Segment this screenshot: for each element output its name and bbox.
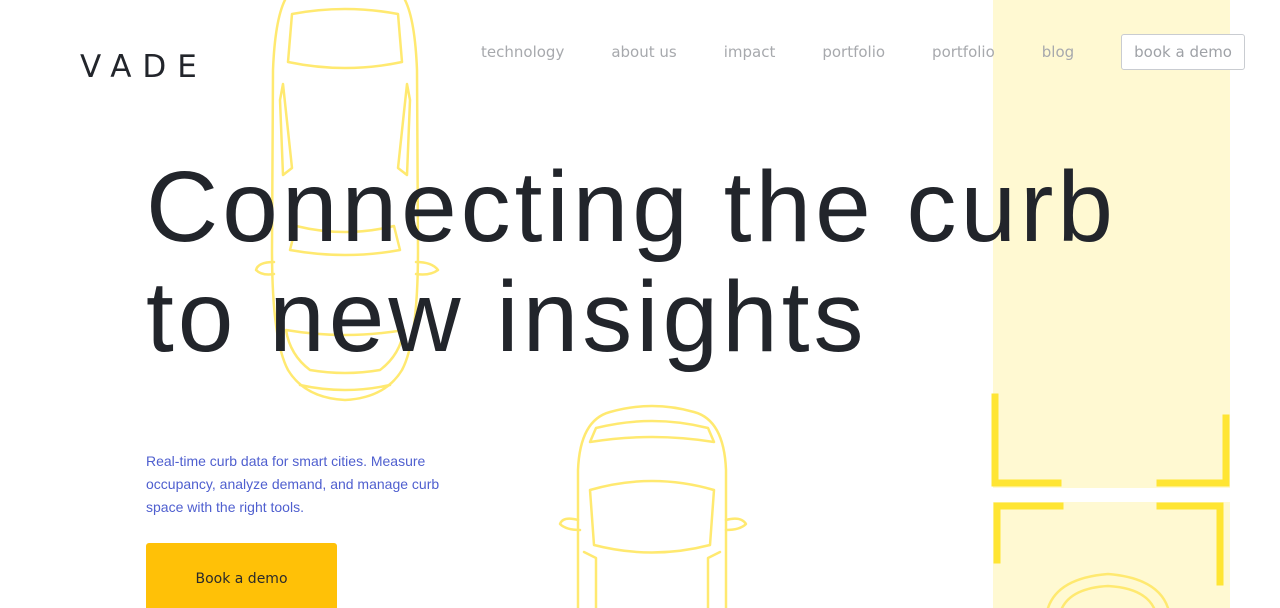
nav-item-technology[interactable]: technology [481,34,564,70]
nav-item-impact[interactable]: impact [724,34,776,70]
nav-item-portfolio[interactable]: portfolio [822,34,885,70]
nav-item-about-us[interactable]: about us [611,34,676,70]
car-outline-bottom [558,404,748,608]
strip-gap [993,488,1230,502]
hero-headline-line-1: Connecting the curb [146,151,1118,263]
hero-book-demo-button[interactable]: Book a demo [146,543,337,608]
landing-page: VADE technology about us impact portfoli… [0,0,1280,608]
hero-headline: Connecting the curb to new insights [146,152,1117,372]
nav-book-demo-button[interactable]: book a demo [1121,34,1245,70]
hero-headline-line-2: to new insights [146,261,868,373]
main-nav: technology about us impact portfolio por… [481,34,1245,70]
hero-subtext: Real-time curb data for smart cities. Me… [146,453,440,515]
nav-item-blog[interactable]: blog [1042,34,1074,70]
nav-item-portfolio-2[interactable]: portfolio [932,34,995,70]
logo[interactable]: VADE [80,49,208,85]
